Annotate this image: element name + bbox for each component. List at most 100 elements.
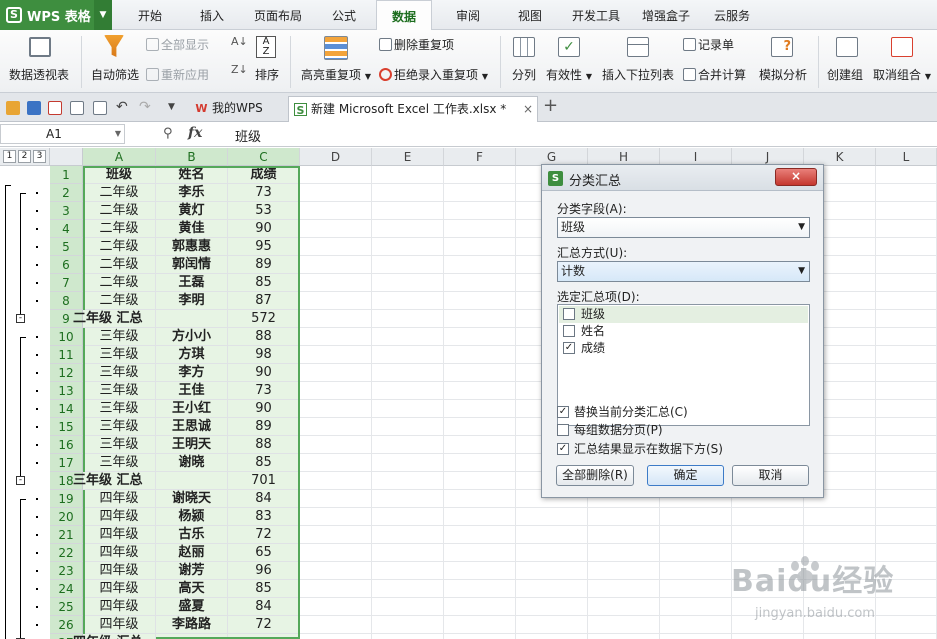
empty-cell[interactable] [372,454,444,472]
empty-cell[interactable] [444,274,516,292]
empty-cell[interactable] [444,220,516,238]
empty-cell[interactable] [804,562,876,580]
cell-b9[interactable] [156,310,228,328]
menu-tab-1[interactable]: 插入 [198,0,226,30]
column-header[interactable]: F [444,148,516,166]
empty-cell[interactable] [300,256,372,274]
empty-cell[interactable] [732,562,804,580]
cell-c14[interactable]: 90 [228,400,300,418]
undo-icon[interactable]: ↶ [116,99,128,115]
empty-cell[interactable] [372,220,444,238]
empty-cell[interactable] [876,436,937,454]
collapse-group-button[interactable]: - [16,314,25,323]
cell-b16[interactable]: 王明天 [156,436,228,454]
cell-b6[interactable]: 郭闰情 [156,256,228,274]
cell-c22[interactable]: 65 [228,544,300,562]
empty-cell[interactable] [300,184,372,202]
empty-cell[interactable] [300,382,372,400]
menu-tab-3[interactable]: 公式 [330,0,358,30]
cell-c12[interactable]: 90 [228,364,300,382]
empty-cell[interactable] [300,616,372,634]
cell-c1[interactable]: 成绩 [228,166,300,184]
empty-cell[interactable] [372,202,444,220]
cell-c15[interactable]: 89 [228,418,300,436]
cell-b20[interactable]: 杨颍 [156,508,228,526]
cell-a13[interactable]: 三年级 [83,382,156,400]
cell-c26[interactable]: 72 [228,616,300,634]
empty-cell[interactable] [444,454,516,472]
cell-a19[interactable]: 四年级 [83,490,156,508]
empty-cell[interactable] [804,544,876,562]
empty-cell[interactable] [516,526,588,544]
empty-cell[interactable] [444,256,516,274]
cell-c16[interactable]: 88 [228,436,300,454]
remove-all-button[interactable]: 全部删除(R) [556,465,634,486]
cell-c6[interactable]: 89 [228,256,300,274]
cell-a23[interactable]: 四年级 [83,562,156,580]
empty-cell[interactable] [876,202,937,220]
empty-cell[interactable] [876,346,937,364]
empty-cell[interactable] [300,346,372,364]
row-header[interactable]: 23 [50,562,83,580]
empty-cell[interactable] [660,562,732,580]
menu-tab-5[interactable]: 审阅 [454,0,482,30]
empty-cell[interactable] [876,292,937,310]
cell-a21[interactable]: 四年级 [83,526,156,544]
empty-cell[interactable] [876,562,937,580]
open-folder-icon[interactable] [6,101,20,115]
summary-item-0[interactable]: 班级 [559,306,808,323]
pivot-table-button[interactable]: 数据透视表 [9,66,69,83]
empty-cell[interactable] [300,544,372,562]
cell-c13[interactable]: 73 [228,382,300,400]
column-header[interactable]: D [300,148,372,166]
empty-cell[interactable] [876,544,937,562]
empty-cell[interactable] [804,634,876,639]
empty-cell[interactable] [444,544,516,562]
empty-cell[interactable] [444,166,516,184]
empty-cell[interactable] [660,508,732,526]
empty-cell[interactable] [876,526,937,544]
empty-cell[interactable] [444,634,516,639]
empty-cell[interactable] [300,508,372,526]
empty-cell[interactable] [660,526,732,544]
row-header[interactable]: 3 [50,202,83,220]
empty-cell[interactable] [372,562,444,580]
empty-cell[interactable] [876,256,937,274]
empty-cell[interactable] [300,634,372,639]
empty-cell[interactable] [876,598,937,616]
empty-cell[interactable] [876,328,937,346]
empty-cell[interactable] [444,436,516,454]
empty-cell[interactable] [516,562,588,580]
empty-cell[interactable] [876,400,937,418]
empty-cell[interactable] [732,634,804,639]
row-header[interactable]: 14 [50,400,83,418]
empty-cell[interactable] [372,490,444,508]
empty-cell[interactable] [588,580,660,598]
cell-a10[interactable]: 三年级 [83,328,156,346]
empty-cell[interactable] [660,634,732,639]
cell-a11[interactable]: 三年级 [83,346,156,364]
empty-cell[interactable] [588,616,660,634]
cell-c18[interactable]: 701 [228,472,300,490]
empty-cell[interactable] [444,508,516,526]
cell-a20[interactable]: 四年级 [83,508,156,526]
empty-cell[interactable] [444,184,516,202]
empty-cell[interactable] [372,184,444,202]
row-header[interactable]: 1 [50,166,83,184]
empty-cell[interactable] [876,472,937,490]
row-header[interactable]: 10 [50,328,83,346]
empty-cell[interactable] [372,400,444,418]
empty-cell[interactable] [876,184,937,202]
empty-cell[interactable] [876,274,937,292]
empty-cell[interactable] [300,364,372,382]
empty-cell[interactable] [300,310,372,328]
empty-cell[interactable] [300,526,372,544]
cell-a6[interactable]: 二年级 [83,256,156,274]
row-header[interactable]: 19 [50,490,83,508]
checkbox[interactable] [563,308,575,320]
menu-tab-7[interactable]: 开发工具 [570,0,622,30]
empty-cell[interactable] [300,328,372,346]
empty-cell[interactable] [444,418,516,436]
empty-cell[interactable] [804,598,876,616]
checkbox[interactable]: ✓ [557,443,569,455]
